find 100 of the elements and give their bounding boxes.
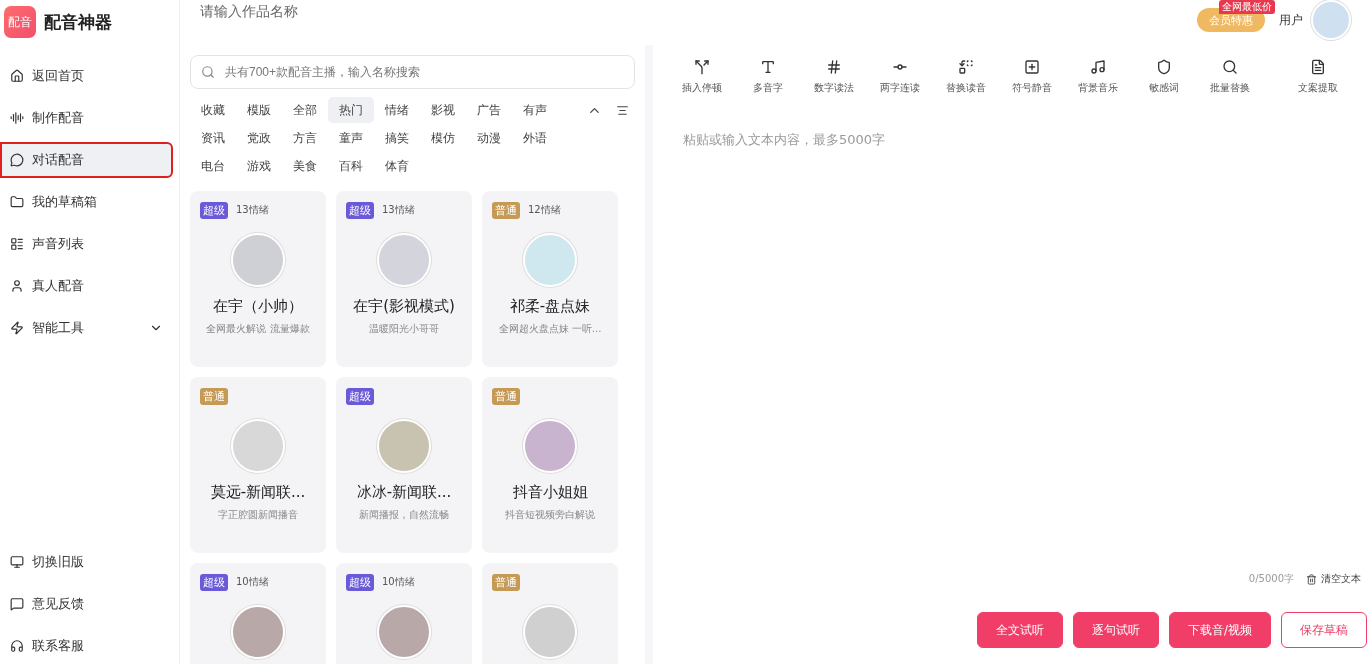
editor-tool[interactable]: 两字连读 (867, 55, 933, 99)
editor-tool[interactable]: 文案提取 (1285, 55, 1351, 99)
voice-name: 抖音小姐姐 (512, 483, 588, 502)
voice-name: 冰冰-新闻联... (356, 483, 452, 502)
category-tab[interactable]: 情绪 (374, 97, 420, 123)
tier-badge: 超级 (346, 201, 374, 219)
category-tab[interactable]: 童声 (328, 125, 374, 151)
category-tab[interactable]: 热门 (328, 97, 374, 123)
tier-badge: 普通 (200, 387, 228, 405)
category-tab[interactable]: 有声 (512, 97, 558, 123)
voice-avatar (231, 605, 285, 659)
voice-description: 全网最火解说 流量爆款 (206, 322, 310, 336)
action-button[interactable]: 全文试听 (976, 612, 1063, 648)
voice-card[interactable]: 普通 12情绪 祁柔-盘点妹 全网超火盘点妹 一听... (482, 191, 618, 367)
category-tab[interactable]: 模版 (236, 97, 282, 123)
editor-tool[interactable]: 插入停顿 (669, 55, 735, 99)
editor-tool[interactable]: 符号静音 (999, 55, 1065, 99)
trash-icon (1306, 573, 1317, 585)
voice-card[interactable]: 超级 13情绪 在宇(影视模式) 温暖阳光小哥哥 (336, 191, 472, 367)
voice-name: 在宇（小帅） (213, 297, 303, 316)
voice-card[interactable]: 超级 10情绪 (190, 563, 326, 664)
clear-text-button[interactable]: 清空文本 (1306, 572, 1361, 586)
editor-tool[interactable]: 背景音乐 (1065, 55, 1131, 99)
sidebar-item[interactable]: 意见反馈 (0, 586, 173, 622)
voice-avatar (523, 233, 577, 287)
category-tab[interactable]: 外语 (512, 125, 558, 151)
voice-card[interactable]: 超级 冰冰-新闻联... 新闻播报，自然流畅 (336, 377, 472, 553)
tier-badge: 超级 (200, 573, 228, 591)
category-tab[interactable]: 广告 (466, 97, 512, 123)
voice-card[interactable]: 普通 莫远-新闻联... 字正腔圆新闻播音 (190, 377, 326, 553)
editor-tool[interactable]: 替换读音 (933, 55, 999, 99)
chat-bubble-icon (10, 153, 24, 167)
voice-search-field[interactable]: 共有700+款配音主播，输入名称搜索 (190, 55, 635, 89)
category-tab[interactable]: 资讯 (190, 125, 236, 151)
editor-tool[interactable]: 批量替换 (1197, 55, 1263, 99)
app-logo: 配音 (4, 6, 36, 38)
sidebar-item[interactable]: 切换旧版 (0, 544, 173, 580)
sidebar-item[interactable]: 我的草稿箱 (0, 184, 173, 220)
font-icon (760, 59, 776, 75)
number-icon (826, 59, 842, 75)
sidebar-item[interactable]: 返回首页 (0, 58, 173, 94)
replace-icon (958, 59, 974, 75)
category-tab[interactable]: 搞笑 (374, 125, 420, 151)
category-tab[interactable]: 全部 (282, 97, 328, 123)
voice-card[interactable]: 超级 10情绪 (336, 563, 472, 664)
sidebar-item[interactable]: 联系客服 (0, 628, 173, 664)
voice-avatar (231, 419, 285, 473)
category-tab[interactable]: 美食 (282, 153, 328, 179)
tier-badge: 超级 (200, 201, 228, 219)
category-tab[interactable]: 方言 (282, 125, 328, 151)
home-icon (10, 69, 24, 83)
lightning-icon (10, 321, 24, 335)
voice-avatar (377, 233, 431, 287)
voice-card[interactable]: 超级 13情绪 在宇（小帅） 全网最火解说 流量爆款 (190, 191, 326, 367)
search-icon (1222, 59, 1238, 75)
tier-badge: 普通 (492, 573, 520, 591)
editor-tool[interactable]: 敏感词 (1131, 55, 1197, 99)
voice-description: 新闻播报，自然流畅 (359, 508, 449, 522)
category-tab[interactable]: 电台 (190, 153, 236, 179)
category-tab[interactable]: 动漫 (466, 125, 512, 151)
category-tab[interactable]: 百科 (328, 153, 374, 179)
category-tab[interactable]: 收藏 (190, 97, 236, 123)
tier-badge: 普通 (492, 387, 520, 405)
voice-card[interactable]: 普通 抖音小姐姐 抖音短视频旁白解说 (482, 377, 618, 553)
voice-name: 在宇(影视模式) (353, 297, 455, 316)
sidebar-item[interactable]: 真人配音 (0, 268, 173, 304)
action-button[interactable]: 保存草稿 (1281, 612, 1367, 648)
sidebar-item[interactable]: 制作配音 (0, 100, 173, 136)
voice-avatar (231, 233, 285, 287)
tier-badge: 普通 (492, 201, 520, 219)
message-icon (10, 597, 24, 611)
sound-wave-icon (10, 111, 24, 125)
action-button[interactable]: 下载音/视频 (1168, 612, 1271, 648)
editor-tool[interactable]: 数字读法 (801, 55, 867, 99)
emotion-count: 13情绪 (236, 203, 269, 217)
editor-tool[interactable]: 多音字 (735, 55, 801, 99)
tier-badge: 超级 (346, 387, 374, 405)
shield-icon (1156, 59, 1172, 75)
category-tab[interactable]: 模仿 (420, 125, 466, 151)
sidebar-item[interactable]: 对话配音 (0, 142, 173, 178)
voice-name: 祁柔-盘点妹 (509, 297, 591, 316)
action-button[interactable]: 逐句试听 (1072, 612, 1159, 648)
sidebar-item[interactable]: 智能工具 (0, 310, 173, 346)
editor-panel[interactable]: 插入停顿 多音字 数字读法 两字连读 替换读音 符号静音 背景音乐 敏感词 批量替换 文案提取 粘贴或输入文本内容，最多5000字 0/5000字 清空文本 全文试听 逐句试听 下载音/视频 保存草稿 (653, 45, 1371, 664)
tier-badge: 超级 (346, 573, 374, 591)
music-note-icon (1090, 59, 1106, 75)
voice-name: 莫远-新闻联... (210, 483, 306, 502)
title-bar[interactable]: 请输入作品名称 全网最低价 会员特惠 用户 (180, 0, 1371, 45)
monitor-icon (10, 555, 24, 569)
sidebar-item[interactable]: 声音列表 (0, 226, 173, 262)
voice-avatar (523, 605, 577, 659)
char-count: 0/5000字 (1248, 572, 1294, 586)
category-tab[interactable]: 影视 (420, 97, 466, 123)
category-tab[interactable]: 体育 (374, 153, 420, 179)
list-icon (10, 237, 24, 251)
app-title: 配音神器 (44, 10, 112, 34)
category-tab[interactable]: 党政 (236, 125, 282, 151)
voice-description: 字正腔圆新闻播音 (218, 508, 298, 522)
category-tab[interactable]: 游戏 (236, 153, 282, 179)
voice-description: 温暖阳光小哥哥 (369, 322, 439, 336)
